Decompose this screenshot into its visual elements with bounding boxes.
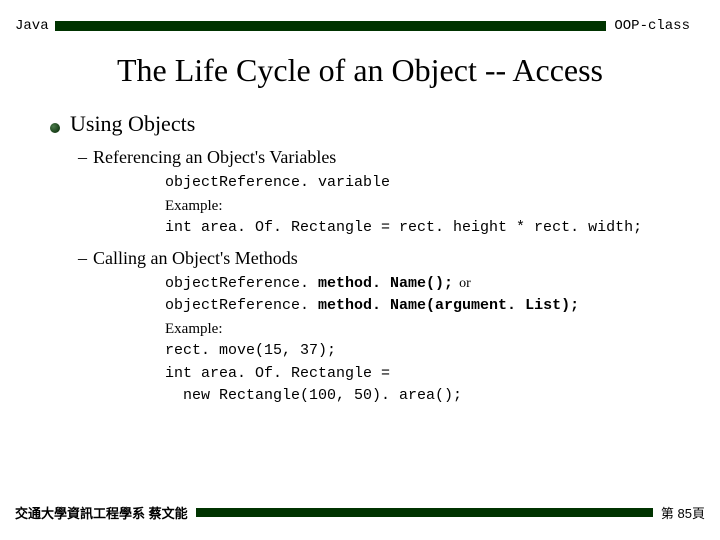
bullet-level2: –Referencing an Object's Variables xyxy=(78,147,670,168)
slide-content: Using Objects –Referencing an Object's V… xyxy=(0,111,720,408)
page-number: 第 85頁 xyxy=(661,503,705,522)
bullet-level1: Using Objects xyxy=(50,111,670,137)
slide-title: The Life Cycle of an Object -- Access xyxy=(0,52,720,89)
header-bar xyxy=(55,21,607,31)
example-code: int area. Of. Rectangle = rect. height *… xyxy=(165,217,670,240)
syntax-prefix: objectReference. xyxy=(165,275,318,292)
syntax-line: objectReference. method. Name(); or xyxy=(165,273,670,296)
footer-bar xyxy=(196,508,653,517)
level2-text: Referencing an Object's Variables xyxy=(93,147,336,167)
dash-icon: – xyxy=(78,248,87,268)
header-right-label: OOP-class xyxy=(614,18,690,34)
header-left-label: Java xyxy=(15,18,49,34)
syntax-line: objectReference. variable xyxy=(165,172,670,195)
example-code: new Rectangle(100, 50). area(); xyxy=(165,385,670,408)
footer-left-text: 交通大學資訊工程學系 蔡文能 xyxy=(15,503,188,522)
syntax-line: objectReference. method. Name(argument. … xyxy=(165,295,670,318)
example-label: Example: xyxy=(165,195,670,218)
bullet-icon xyxy=(50,123,60,133)
level1-text: Using Objects xyxy=(70,111,195,137)
code-block: objectReference. method. Name(); or objec… xyxy=(165,273,670,408)
syntax-bold: method. Name(); xyxy=(318,275,453,292)
example-code: rect. move(15, 37); xyxy=(165,340,670,363)
example-code: int area. Of. Rectangle = xyxy=(165,363,670,386)
syntax-bold: method. Name(argument. List); xyxy=(318,297,579,314)
or-text: or xyxy=(459,276,471,291)
slide-header: Java OOP-class xyxy=(0,0,720,34)
code-block: objectReference. variable Example: int a… xyxy=(165,172,670,240)
slide-footer: 交通大學資訊工程學系 蔡文能 第 85頁 xyxy=(0,503,720,522)
syntax-prefix: objectReference. xyxy=(165,297,318,314)
level2-text: Calling an Object's Methods xyxy=(93,248,298,268)
bullet-level2: –Calling an Object's Methods xyxy=(78,248,670,269)
dash-icon: – xyxy=(78,147,87,167)
example-label: Example: xyxy=(165,318,670,341)
